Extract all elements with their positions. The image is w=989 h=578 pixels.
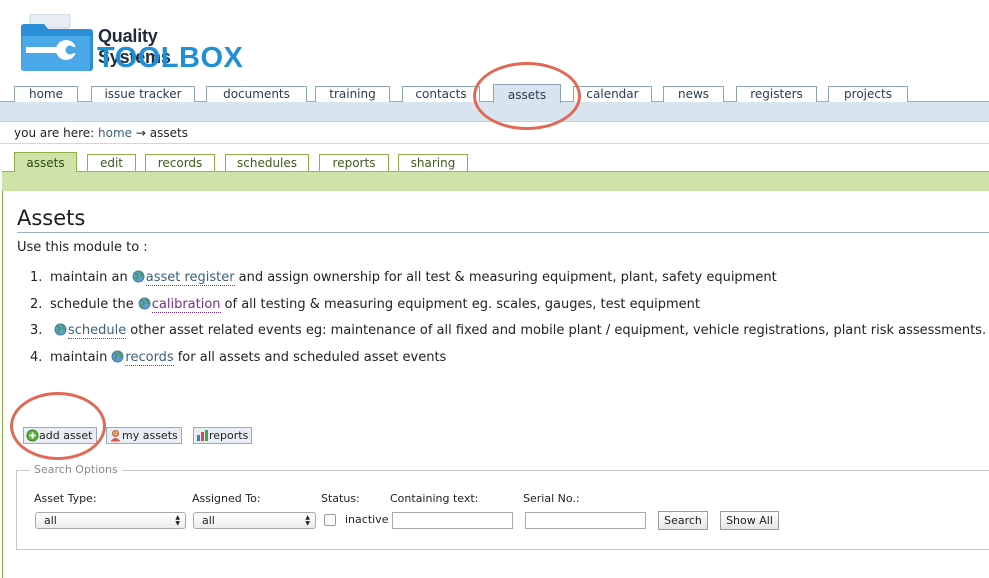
subnav-tab-sharing[interactable]: sharing xyxy=(398,154,468,171)
topnav-tab-contacts[interactable]: contacts xyxy=(402,86,480,102)
serial-no-input[interactable] xyxy=(525,512,646,529)
topnav-tab-issue-tracker[interactable]: issue tracker xyxy=(91,86,195,102)
breadcrumb-arrow-icon: → xyxy=(135,126,146,140)
list-item-number: 3. xyxy=(30,323,43,338)
inactive-checkbox[interactable] xyxy=(324,514,336,526)
asset-type-label: Asset Type: xyxy=(34,492,97,505)
folder-wrench-icon xyxy=(21,14,93,71)
topnav-tab-documents[interactable]: documents xyxy=(206,86,307,102)
globe-icon xyxy=(132,270,145,283)
breadcrumb-divider xyxy=(0,143,989,144)
list-item: 2. schedule the calibration of all testi… xyxy=(30,297,986,324)
globe-icon xyxy=(111,350,124,362)
my-assets-label: my assets xyxy=(122,429,178,442)
logo: Quality Systems TOOLBOX xyxy=(20,12,243,74)
containing-text-input[interactable] xyxy=(392,512,513,529)
list-item-text-after: for all assets and scheduled asset event… xyxy=(177,349,447,365)
list-item-text-after: other asset related events eg: maintenan… xyxy=(130,323,987,338)
content-frame-border xyxy=(2,191,3,578)
list-item-text-before: maintain xyxy=(50,349,108,365)
topnav-tab-registers[interactable]: registers xyxy=(736,86,817,102)
list-item-number: 2. xyxy=(30,296,43,312)
subnav-tab-edit[interactable]: edit xyxy=(87,154,136,171)
intro-text: Use this module to : xyxy=(17,240,148,255)
assigned-to-value: all xyxy=(202,514,215,527)
logo-text-line2: TOOLBOX xyxy=(97,42,244,74)
my-assets-button[interactable]: my assets xyxy=(106,427,182,444)
search-options-legend: Search Options xyxy=(30,463,122,476)
breadcrumb-current: assets xyxy=(149,126,188,140)
list-item: 4. maintain records for all assets and s… xyxy=(30,350,986,377)
highlight-circle-assets-tab xyxy=(473,62,581,130)
reports-button[interactable]: reports xyxy=(193,427,253,444)
breadcrumb: you are here: home → assets xyxy=(14,126,188,140)
search-button[interactable]: Search xyxy=(658,511,708,530)
list-item-text-before: maintain an xyxy=(50,270,128,285)
sub-nav-bar xyxy=(2,171,989,191)
records-link[interactable]: records xyxy=(125,350,174,366)
globe-icon xyxy=(138,297,151,309)
breadcrumb-prefix: you are here: xyxy=(14,126,95,140)
show-all-button[interactable]: Show All xyxy=(720,511,779,530)
schedule-link[interactable]: schedule xyxy=(68,323,127,339)
inactive-label: inactive xyxy=(345,513,389,526)
list-item-text-after: of all testing & measuring equipment eg.… xyxy=(224,296,700,312)
bar-chart-icon xyxy=(197,430,208,441)
select-arrows-icon: ▲ ▼ xyxy=(175,514,180,527)
topnav-tab-training[interactable]: training xyxy=(315,86,390,102)
search-options-panel xyxy=(16,470,989,550)
status-label: Status: xyxy=(321,492,360,505)
list-item-number: 4. xyxy=(30,349,43,365)
topnav-tab-home[interactable]: home xyxy=(14,86,78,102)
highlight-circle-add-asset xyxy=(10,392,106,460)
calibration-link[interactable]: calibration xyxy=(151,297,221,313)
module-feature-list: 1. maintain an asset register and assign… xyxy=(30,270,986,376)
globe-icon xyxy=(54,323,67,336)
subnav-tab-records[interactable]: records xyxy=(145,154,215,171)
list-item-text-after: and assign ownership for all test & meas… xyxy=(238,270,777,285)
subnav-tab-reports[interactable]: reports xyxy=(319,154,389,171)
list-item: 1. maintain an asset register and assign… xyxy=(30,270,986,297)
user-icon xyxy=(110,430,121,442)
asset-register-link[interactable]: asset register xyxy=(145,270,235,286)
list-item: 3. schedule other asset related events e… xyxy=(30,323,986,350)
select-arrows-icon: ▲ ▼ xyxy=(305,514,310,527)
assigned-to-select[interactable]: all ▲ ▼ xyxy=(193,512,316,529)
assigned-to-label: Assigned To: xyxy=(192,492,261,505)
title-underline xyxy=(17,232,989,233)
breadcrumb-home-link[interactable]: home xyxy=(98,126,132,140)
serial-no-label: Serial No.: xyxy=(523,492,580,505)
topnav-tab-projects[interactable]: projects xyxy=(828,86,908,102)
asset-type-value: all xyxy=(44,514,57,527)
subnav-tab-schedules[interactable]: schedules xyxy=(225,154,309,171)
page-title: Assets xyxy=(17,206,86,230)
list-item-number: 1. xyxy=(30,270,43,285)
topnav-tab-calendar[interactable]: calendar xyxy=(573,86,652,102)
list-item-text-before: schedule the xyxy=(50,296,134,312)
reports-label: reports xyxy=(209,429,249,442)
asset-type-select[interactable]: all ▲ ▼ xyxy=(35,512,186,529)
subnav-tab-assets[interactable]: assets xyxy=(14,152,77,172)
topnav-tab-news[interactable]: news xyxy=(663,86,724,102)
containing-text-label: Containing text: xyxy=(390,492,479,505)
